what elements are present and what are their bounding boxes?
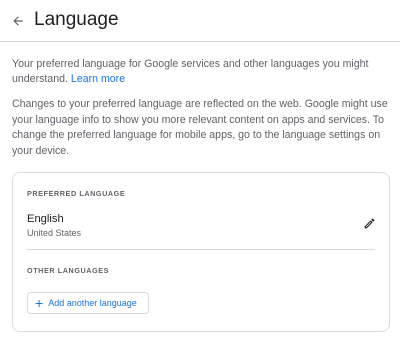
intro-text: Your preferred language for Google servi… bbox=[12, 57, 388, 87]
edit-language-button[interactable] bbox=[361, 215, 377, 231]
pencil-icon bbox=[364, 218, 374, 228]
preferred-language-region: United States bbox=[27, 228, 82, 238]
add-language-button[interactable]: + Add another language bbox=[27, 292, 149, 314]
back-button[interactable] bbox=[6, 9, 30, 33]
preferred-language-label: PREFERRED LANGUAGE bbox=[27, 189, 126, 198]
add-language-label: Add another language bbox=[48, 298, 137, 308]
intro-description: Your preferred language for Google servi… bbox=[12, 58, 369, 85]
learn-more-link[interactable]: Learn more bbox=[71, 73, 125, 85]
plus-icon: + bbox=[35, 295, 44, 311]
section-divider bbox=[27, 249, 375, 250]
language-card: PREFERRED LANGUAGE English United States… bbox=[12, 172, 390, 332]
preferred-language-name: English bbox=[27, 213, 64, 225]
page-title: Language bbox=[34, 9, 119, 30]
other-languages-label: OTHER LANGUAGES bbox=[27, 266, 110, 275]
page-header: Language bbox=[0, 0, 400, 42]
info-text: Changes to your preferred language are r… bbox=[12, 98, 388, 157]
arrow-left-icon bbox=[13, 16, 23, 26]
